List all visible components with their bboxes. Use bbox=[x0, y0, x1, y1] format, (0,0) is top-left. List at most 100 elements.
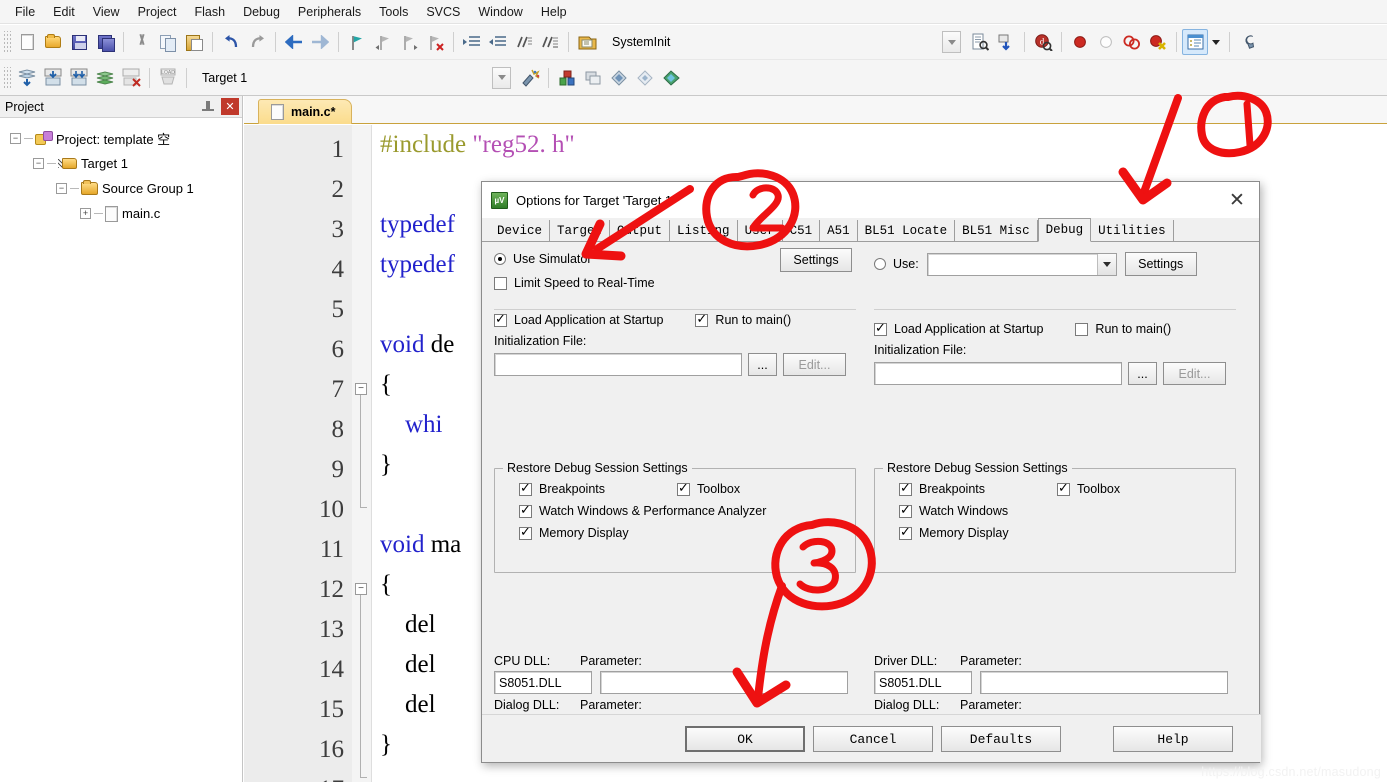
run-to-main-checkbox[interactable] bbox=[1075, 322, 1089, 336]
code-folding-column[interactable]: − − bbox=[352, 125, 372, 784]
options-for-target-button[interactable] bbox=[517, 65, 543, 91]
menu-item-debug[interactable]: Debug bbox=[234, 2, 289, 22]
tab-bl51-misc[interactable]: BL51 Misc bbox=[955, 220, 1038, 241]
limit-speed-row[interactable]: Limit Speed to Real-Time bbox=[494, 276, 866, 290]
menu-item-file[interactable]: File bbox=[6, 2, 44, 22]
chevron-down-icon[interactable] bbox=[1096, 253, 1116, 275]
expander-minus-icon[interactable]: − bbox=[33, 158, 44, 169]
pack-installer-button[interactable] bbox=[658, 65, 684, 91]
target-combo-value[interactable]: Target 1 bbox=[192, 71, 362, 85]
driver-settings-button[interactable]: Settings bbox=[1124, 252, 1197, 276]
find-in-files-button[interactable] bbox=[967, 29, 993, 55]
project-window-dropdown[interactable] bbox=[1208, 29, 1224, 55]
prev-item-button[interactable] bbox=[606, 65, 632, 91]
use-driver-row[interactable]: Use: Settings bbox=[874, 252, 1246, 276]
toolbar-grip[interactable] bbox=[4, 66, 11, 89]
menu-item-svcs[interactable]: SVCS bbox=[417, 2, 469, 22]
disable-all-breakpoints-button[interactable] bbox=[1119, 29, 1145, 55]
menu-item-flash[interactable]: Flash bbox=[185, 2, 234, 22]
next-item-button[interactable] bbox=[632, 65, 658, 91]
clear-bookmarks-button[interactable] bbox=[422, 29, 448, 55]
next-bookmark-button[interactable] bbox=[396, 29, 422, 55]
use-simulator-row[interactable]: Use Simulator Settings bbox=[494, 248, 866, 272]
initialization-file-edit-button[interactable]: Edit... bbox=[783, 353, 846, 376]
restore-watch-windows-checkbox[interactable] bbox=[899, 503, 912, 518]
menu-item-window[interactable]: Window bbox=[469, 2, 531, 22]
cancel-button[interactable]: Cancel bbox=[813, 726, 933, 752]
tree-item-project[interactable]: − Project: template 空 bbox=[0, 126, 242, 151]
dialog-close-button[interactable]: ✕ bbox=[1215, 183, 1259, 218]
load-application-checkbox[interactable] bbox=[874, 321, 887, 336]
driver-dll-input[interactable]: S8051.DLL bbox=[874, 671, 972, 694]
comment-button[interactable] bbox=[511, 29, 537, 55]
help-button[interactable]: Help bbox=[1113, 726, 1233, 752]
menu-item-tools[interactable]: Tools bbox=[370, 2, 417, 22]
menu-item-view[interactable]: View bbox=[84, 2, 129, 22]
save-all-button[interactable] bbox=[92, 29, 118, 55]
limit-speed-checkbox[interactable] bbox=[494, 276, 507, 290]
outdent-button[interactable] bbox=[485, 29, 511, 55]
initialization-file-input[interactable] bbox=[494, 353, 742, 376]
cut-button[interactable] bbox=[129, 29, 155, 55]
target-combo-dropdown[interactable] bbox=[492, 66, 511, 89]
save-button[interactable] bbox=[66, 29, 92, 55]
menu-item-help[interactable]: Help bbox=[532, 2, 576, 22]
menu-item-peripherals[interactable]: Peripherals bbox=[289, 2, 370, 22]
paste-button[interactable] bbox=[181, 29, 207, 55]
restore-memory-display-checkbox[interactable] bbox=[899, 525, 912, 540]
new-file-button[interactable] bbox=[14, 29, 40, 55]
batch-build-button[interactable] bbox=[92, 65, 118, 91]
pin-icon[interactable] bbox=[201, 100, 215, 114]
tab-utilities[interactable]: Utilities bbox=[1091, 220, 1174, 241]
tab-listing[interactable]: Listing bbox=[670, 220, 738, 241]
download-button[interactable]: LOAD bbox=[155, 65, 181, 91]
run-to-main-checkbox[interactable] bbox=[695, 312, 709, 327]
restore-memory-display-checkbox[interactable] bbox=[519, 525, 532, 540]
cpu-dll-input[interactable]: S8051.DLL bbox=[494, 671, 592, 694]
manage-components-button[interactable] bbox=[554, 65, 580, 91]
expander-plus-icon[interactable]: + bbox=[80, 208, 91, 219]
initialization-file-edit-button[interactable]: Edit... bbox=[1163, 362, 1226, 385]
translate-button[interactable] bbox=[14, 65, 40, 91]
driver-parameter-input[interactable] bbox=[980, 671, 1228, 694]
expander-minus-icon[interactable]: − bbox=[10, 133, 21, 144]
copy-button[interactable] bbox=[155, 29, 181, 55]
fold-toggle-function-delay[interactable]: − bbox=[355, 383, 367, 395]
use-driver-radio[interactable] bbox=[874, 258, 886, 270]
previous-bookmark-button[interactable] bbox=[370, 29, 396, 55]
toolbar-grip[interactable] bbox=[4, 31, 11, 53]
defaults-button[interactable]: Defaults bbox=[941, 726, 1061, 752]
enable-breakpoint-button[interactable] bbox=[1093, 29, 1119, 55]
tab-target[interactable]: Target bbox=[550, 220, 611, 241]
stop-build-button[interactable] bbox=[118, 65, 144, 91]
tab-output[interactable]: Output bbox=[610, 220, 671, 241]
function-navigation-combo[interactable]: SystemInit bbox=[602, 30, 752, 54]
restore-toolbox-checkbox[interactable] bbox=[677, 481, 691, 496]
redo-button[interactable] bbox=[244, 29, 270, 55]
initialization-file-browse-button[interactable]: ... bbox=[1128, 362, 1157, 385]
build-button[interactable] bbox=[40, 65, 66, 91]
project-window-button[interactable] bbox=[1182, 29, 1208, 55]
restore-breakpoints-checkbox[interactable] bbox=[899, 481, 912, 496]
insert-breakpoint-button[interactable] bbox=[1067, 29, 1093, 55]
navigate-forward-button[interactable] bbox=[307, 29, 333, 55]
tab-device[interactable]: Device bbox=[490, 220, 551, 241]
debug-session-button[interactable]: d bbox=[1030, 29, 1056, 55]
cpu-parameter-input[interactable] bbox=[600, 671, 848, 694]
undo-button[interactable] bbox=[218, 29, 244, 55]
function-combo-dropdown[interactable] bbox=[942, 31, 961, 53]
tab-bl51-locate[interactable]: BL51 Locate bbox=[858, 220, 956, 241]
restore-breakpoints-checkbox[interactable] bbox=[519, 481, 532, 496]
tab-user[interactable]: User bbox=[738, 220, 783, 241]
initialization-file-input[interactable] bbox=[874, 362, 1122, 385]
indent-button[interactable] bbox=[459, 29, 485, 55]
load-application-checkbox[interactable] bbox=[494, 312, 507, 327]
configure-tools-button[interactable] bbox=[1235, 29, 1261, 55]
manage-multi-project-button[interactable] bbox=[580, 65, 606, 91]
navigate-back-button[interactable] bbox=[281, 29, 307, 55]
menu-item-edit[interactable]: Edit bbox=[44, 2, 84, 22]
open-file-button[interactable] bbox=[40, 29, 66, 55]
fold-toggle-function-main[interactable]: − bbox=[355, 583, 367, 595]
tab-debug[interactable]: Debug bbox=[1037, 218, 1092, 242]
tab-a51[interactable]: A51 bbox=[820, 220, 858, 241]
